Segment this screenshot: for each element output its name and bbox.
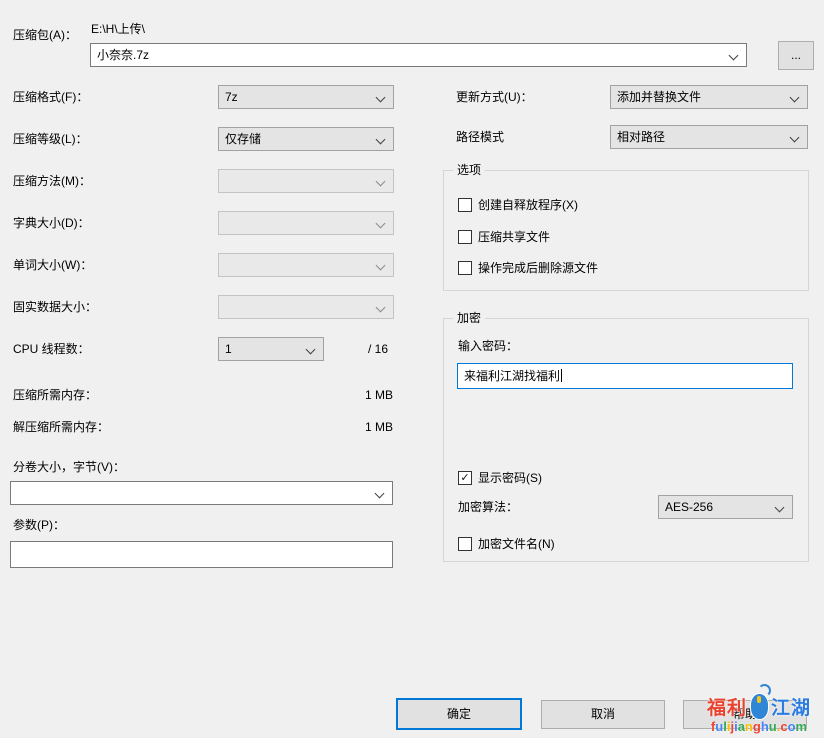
archive-label: 压缩包(A)： [13, 28, 77, 42]
checkbox-label: 操作完成后删除源文件 [478, 261, 598, 275]
update-mode-label: 更新方式(U)： [456, 90, 533, 104]
archive-dir-path: E:\H\上传\ [91, 22, 145, 36]
watermark-domain: fulijianghu.com [695, 720, 823, 734]
checkbox-label: 压缩共享文件 [478, 230, 550, 244]
archive-name-value: 小奈奈.7z [97, 48, 722, 62]
add-to-archive-dialog: { "archive": { "label": "压缩包(A)：", "dir_… [0, 0, 824, 738]
split-volume-label: 分卷大小，字节(V)： [13, 460, 125, 474]
split-volume-combobox[interactable] [10, 481, 393, 505]
format-combobox[interactable]: 7z [218, 85, 394, 109]
password-label: 输入密码： [458, 339, 518, 353]
format-value: 7z [225, 90, 369, 104]
cpu-threads-value: 1 [225, 342, 299, 356]
cancel-button[interactable]: 取消 [541, 700, 665, 729]
ok-button[interactable]: 确定 [396, 698, 522, 730]
level-value: 仅存储 [225, 132, 369, 146]
path-mode-combobox[interactable]: 相对路径 [610, 125, 808, 149]
cpu-threads-max: / 16 [368, 342, 388, 356]
level-combobox[interactable]: 仅存储 [218, 127, 394, 151]
checkbox-create-sfx[interactable]: 创建自释放程序(X) [458, 197, 698, 213]
checkbox-label: 创建自释放程序(X) [478, 198, 578, 212]
chevron-down-icon [775, 503, 785, 513]
memory-compress-label: 压缩所需内存： [13, 388, 97, 402]
method-label: 压缩方法(M)： [13, 174, 91, 188]
checkbox-show-password[interactable]: ✓ 显示密码(S) [458, 470, 658, 486]
checkbox-label: 显示密码(S) [478, 471, 542, 485]
checkbox-label: 加密文件名(N) [478, 537, 555, 551]
password-input[interactable]: 来福利江湖找福利 [457, 363, 793, 389]
chevron-down-icon [376, 303, 386, 313]
cpu-threads-label: CPU 线程数： [13, 342, 90, 356]
encryption-method-combobox[interactable]: AES-256 [658, 495, 793, 519]
solid-block-combobox [218, 295, 394, 319]
chevron-down-icon [376, 177, 386, 187]
watermark-cn-right: 江湖 [771, 698, 811, 720]
watermark-title: 福利 江湖 [695, 686, 823, 720]
chevron-down-icon [790, 133, 800, 143]
checkbox-encrypt-filenames[interactable]: 加密文件名(N) [458, 536, 658, 552]
word-size-combobox [218, 253, 394, 277]
chevron-down-icon [376, 261, 386, 271]
checkbox-checked-icon: ✓ [458, 471, 472, 485]
checkbox-icon [458, 198, 472, 212]
checkbox-icon [458, 261, 472, 275]
text-caret [561, 369, 562, 382]
chevron-down-icon [376, 135, 386, 145]
checkbox-icon [458, 230, 472, 244]
path-mode-label: 路径模式 [456, 130, 504, 144]
chevron-down-icon [729, 51, 739, 61]
chevron-down-icon [375, 489, 385, 499]
encryption-group: 加密 [443, 318, 809, 562]
encryption-method-label: 加密算法： [458, 500, 518, 514]
watermark-logo: 福利 江湖 fulijianghu.com [695, 686, 823, 734]
checkbox-delete-after[interactable]: 操作完成后删除源文件 [458, 260, 698, 276]
browse-button[interactable]: ... [778, 41, 814, 70]
dictionary-combobox [218, 211, 394, 235]
checkbox-icon [458, 537, 472, 551]
format-label: 压缩格式(F)： [13, 90, 88, 104]
mouse-wheel-icon [757, 696, 761, 703]
mouse-icon [748, 686, 770, 720]
word-size-label: 单词大小(W)： [13, 258, 92, 272]
chevron-down-icon [790, 93, 800, 103]
encryption-group-title: 加密 [453, 311, 485, 326]
parameters-label: 参数(P)： [13, 518, 65, 532]
options-group-title: 选项 [453, 163, 485, 178]
watermark-cn-left: 福利 [707, 698, 747, 720]
memory-decompress-label: 解压缩所需内存： [13, 420, 109, 434]
path-mode-value: 相对路径 [617, 130, 783, 144]
parameters-input[interactable] [10, 541, 393, 568]
encryption-method-value: AES-256 [665, 500, 768, 514]
archive-name-combobox[interactable]: 小奈奈.7z [90, 43, 747, 67]
solid-block-label: 固实数据大小： [13, 300, 97, 314]
update-mode-combobox[interactable]: 添加并替换文件 [610, 85, 808, 109]
cpu-threads-combobox[interactable]: 1 [218, 337, 324, 361]
checkbox-shared-files[interactable]: 压缩共享文件 [458, 229, 698, 245]
chevron-down-icon [376, 93, 386, 103]
chevron-down-icon [306, 345, 316, 355]
method-combobox [218, 169, 394, 193]
level-label: 压缩等级(L)： [13, 132, 88, 146]
memory-compress-value: 1 MB [333, 388, 393, 402]
chevron-down-icon [376, 219, 386, 229]
memory-decompress-value: 1 MB [333, 420, 393, 434]
password-value: 来福利江湖找福利 [464, 369, 562, 383]
update-mode-value: 添加并替换文件 [617, 90, 783, 104]
dictionary-label: 字典大小(D)： [13, 216, 90, 230]
